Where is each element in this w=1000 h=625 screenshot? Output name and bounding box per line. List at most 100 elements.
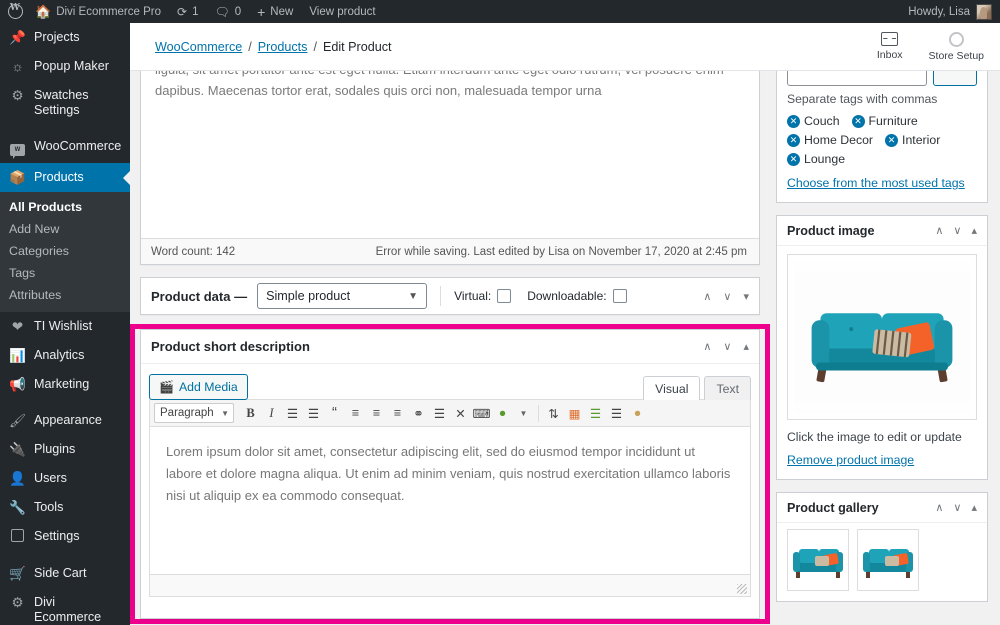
sidebar-item-users[interactable]: 👤 Users	[0, 464, 130, 493]
bulleted-list-icon[interactable]: ☰	[282, 403, 303, 424]
align-left-icon[interactable]: ≡	[345, 403, 366, 424]
chevron-down-icon[interactable]: ▼	[513, 403, 534, 424]
products-submenu: All Products Add New Categories Tags Att…	[0, 192, 130, 312]
store-setup-button[interactable]: Store Setup	[929, 31, 984, 62]
remove-tag-icon[interactable]: ✕	[851, 114, 865, 128]
sidebar-item-side-cart[interactable]: 🛒 Side Cart	[0, 559, 130, 588]
short-description-editor: 🎬 Add Media Visual Text Paragraph ▼ B I	[141, 364, 759, 597]
product-description-editor[interactable]: Suspendisse vitae ex urna. Suspendisse f…	[140, 71, 760, 265]
updates-menu[interactable]: ⟳ 1	[169, 0, 206, 23]
paragraph-format-select[interactable]: Paragraph ▼	[154, 403, 234, 423]
editor-toolbar: Paragraph ▼ B I ☰ ☰ “ ≡ ≡ ≡ ⚭ ☰ ✕ ⌨ ● ▼ …	[149, 399, 751, 427]
user-icon: 👤	[9, 471, 26, 486]
sidebar-item-woocommerce[interactable]: W WooCommerce	[0, 132, 130, 163]
sidebar-item-tags[interactable]: Tags	[0, 262, 130, 284]
move-up-icon[interactable]: ∧	[703, 340, 711, 353]
most-used-tags-link[interactable]: Choose from the most used tags	[787, 176, 977, 190]
move-up-icon[interactable]: ∧	[703, 290, 711, 303]
breadcrumb-products[interactable]: Products	[258, 40, 308, 54]
new-content-menu[interactable]: + New	[249, 0, 301, 23]
product-image-frame[interactable]	[787, 254, 977, 420]
woocommerce-header: WooCommerce / Products / Edit Product In…	[130, 23, 1000, 71]
sidebar-item-add-new[interactable]: Add New	[0, 218, 130, 240]
toggle-panel-icon[interactable]: ▾	[743, 290, 749, 303]
move-down-icon[interactable]: ∨	[723, 290, 731, 303]
toggle-panel-icon[interactable]: ▴	[743, 340, 749, 353]
sidebar-item-popup-maker[interactable]: ☼ Popup Maker	[0, 52, 130, 81]
remove-tag-icon[interactable]: ✕	[787, 133, 800, 147]
toggle-panel-icon[interactable]: ▴	[971, 501, 977, 514]
remove-product-image-link[interactable]: Remove product image	[787, 453, 977, 467]
page-break-icon[interactable]: ✕	[450, 403, 471, 424]
user-avatar-icon[interactable]: ●	[627, 403, 648, 424]
virtual-checkbox[interactable]	[497, 289, 512, 303]
italic-icon[interactable]: I	[261, 403, 282, 424]
sidebar-item-plugins[interactable]: 🔌 Plugins	[0, 435, 130, 464]
tab-visual[interactable]: Visual	[643, 376, 701, 400]
tag-input[interactable]	[787, 71, 927, 86]
product-gallery-header: Product gallery ∧ ∨ ▴	[777, 493, 987, 523]
insert-divider-icon[interactable]: ⇅	[543, 403, 564, 424]
virtual-checkbox-row[interactable]: Virtual:	[454, 289, 512, 303]
sidebar-item-ti-wishlist[interactable]: ❤ TI Wishlist	[0, 312, 130, 341]
sidebar-item-attributes[interactable]: Attributes	[0, 284, 130, 306]
tab-text[interactable]: Text	[704, 376, 751, 400]
blockquote-glyph: “	[332, 404, 337, 421]
sidebar-item-all-products[interactable]: All Products	[0, 196, 130, 218]
sidebar-item-analytics[interactable]: 📊 Analytics	[0, 341, 130, 370]
downloadable-checkbox-row[interactable]: Downloadable:	[527, 289, 627, 303]
add-media-button[interactable]: 🎬 Add Media	[149, 374, 248, 400]
toolbar-toggle-icon[interactable]: ●	[492, 403, 513, 424]
sofa-thumb-icon	[788, 530, 848, 590]
comments-menu[interactable]: 🗨 0	[206, 0, 249, 23]
move-up-icon[interactable]: ∧	[935, 501, 943, 514]
align-right-icon[interactable]: ≡	[387, 403, 408, 424]
gallery-thumb[interactable]	[787, 529, 849, 591]
wordpress-logo-menu[interactable]	[0, 0, 27, 23]
sidebar-item-appearance[interactable]: 🖌 Appearance	[0, 406, 130, 435]
insert-read-more-icon[interactable]: ☰	[429, 403, 450, 424]
gallery-thumb[interactable]	[857, 529, 919, 591]
align-center-icon[interactable]: ≡	[366, 403, 387, 424]
downloadable-checkbox[interactable]	[612, 289, 627, 303]
sidebar-item-marketing[interactable]: 📢 Marketing	[0, 370, 130, 399]
bold-icon[interactable]: B	[240, 403, 261, 424]
breadcrumb-woocommerce[interactable]: WooCommerce	[155, 40, 242, 54]
breadcrumb-separator: /	[313, 39, 317, 54]
sidebar-item-settings[interactable]: Settings	[0, 522, 130, 552]
view-product-link[interactable]: View product	[301, 0, 383, 23]
sidebar-item-divi-ecommerce-pro[interactable]: ⚙ Divi Ecommerce Pro	[0, 588, 130, 625]
submenu-label: Categories	[9, 244, 69, 258]
resize-handle[interactable]	[737, 584, 747, 594]
product-short-description-panel: Product short description ∧ ∨ ▴ 🎬 Add Me…	[140, 329, 760, 619]
product-type-select[interactable]: Simple product ▼	[257, 283, 428, 309]
tab-visual-label: Visual	[655, 381, 689, 396]
remove-tag-icon[interactable]: ✕	[787, 114, 800, 128]
sidebar-item-projects[interactable]: 📌 Projects	[0, 23, 130, 52]
keyboard-shortcuts-icon[interactable]: ⌨	[471, 403, 492, 424]
site-name-menu[interactable]: 🏠 Divi Ecommerce Pro	[27, 0, 169, 23]
toggle-panel-icon[interactable]: ▴	[971, 224, 977, 237]
account-menu[interactable]: Howdy, Lisa	[900, 0, 1000, 23]
remove-tag-icon[interactable]: ✕	[787, 152, 800, 166]
numbered-list-icon[interactable]: ☰	[303, 403, 324, 424]
sidebar-item-swatches-settings[interactable]: ⚙ Swatches Settings	[0, 81, 130, 125]
move-down-icon[interactable]: ∨	[953, 501, 961, 514]
short-description-text-area[interactable]: Lorem ipsum dolor sit amet, consectetur …	[149, 427, 751, 575]
blockquote-icon[interactable]: “	[324, 403, 345, 424]
sidebar-item-tools[interactable]: 🔧 Tools	[0, 493, 130, 522]
move-down-icon[interactable]: ∨	[723, 340, 731, 353]
list-block-icon[interactable]: ☰	[606, 403, 627, 424]
wordpress-logo-icon	[8, 3, 23, 19]
add-tag-button[interactable]	[933, 71, 977, 86]
move-down-icon[interactable]: ∨	[953, 224, 961, 237]
grid-blocks-icon[interactable]: ▦	[564, 403, 585, 424]
link-icon[interactable]: ⚭	[408, 403, 429, 424]
inbox-button[interactable]: Inbox	[877, 32, 903, 61]
remove-tag-icon[interactable]: ✕	[885, 133, 899, 147]
stacked-bars-icon[interactable]: ☰	[585, 403, 606, 424]
sidebar-item-categories[interactable]: Categories	[0, 240, 130, 262]
sidebar-item-products[interactable]: 📦 Products	[0, 163, 130, 192]
product-image-preview[interactable]	[794, 261, 970, 413]
move-up-icon[interactable]: ∧	[935, 224, 943, 237]
